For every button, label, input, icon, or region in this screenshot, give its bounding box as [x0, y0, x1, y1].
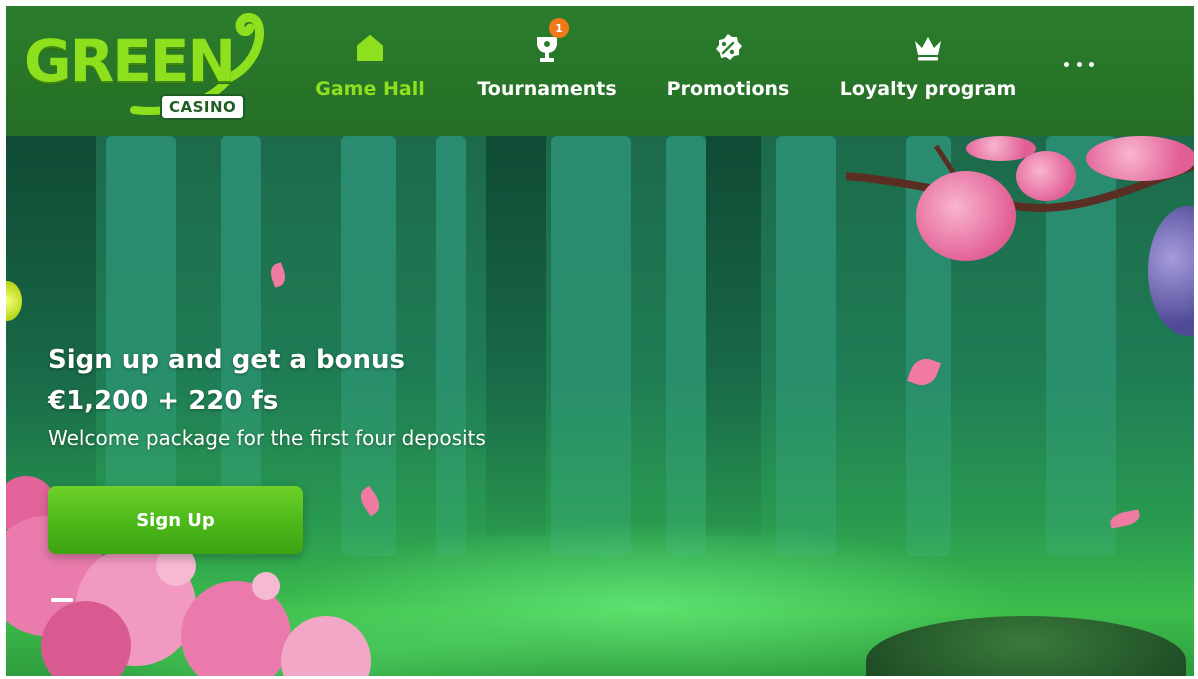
nav-item-game-hall[interactable]: Game Hall [315, 28, 425, 118]
percent-badge-icon [708, 28, 748, 68]
forest-trunk [666, 136, 706, 556]
cherry-blossom [966, 136, 1036, 161]
nav-label: Promotions [666, 78, 790, 100]
nav-label: Loyalty program [839, 78, 1017, 100]
dot [1076, 61, 1082, 67]
sign-up-button[interactable]: Sign Up [48, 486, 303, 554]
trophy-icon: 1 [527, 18, 569, 68]
more-dots-icon[interactable] [1064, 52, 1094, 76]
page-frame: GREEN CASINO Game Hall 1 Tournaments Pro… [6, 6, 1194, 676]
notification-badge: 1 [549, 18, 569, 38]
nav-item-tournaments[interactable]: 1 Tournaments [474, 18, 620, 118]
cherry-blossom [1016, 151, 1076, 201]
logo-badge: CASINO [160, 94, 246, 120]
site-header: GREEN CASINO Game Hall 1 Tournaments Pro… [6, 6, 1194, 136]
hero-title-line1: Sign up and get a bonus [48, 345, 405, 375]
nav-item-loyalty-program[interactable]: Loyalty program [840, 28, 1016, 118]
dot [1089, 61, 1094, 67]
forest-trunk-dark [486, 136, 546, 536]
dot [1064, 61, 1069, 67]
hero-banner: Sign up and get a bonus €1,200 + 220 fs … [6, 136, 1194, 676]
forest-trunk-dark [706, 136, 761, 536]
slider-indicator[interactable] [51, 598, 73, 602]
forest-trunk [551, 136, 631, 556]
nav-label: Game Hall [315, 78, 425, 100]
hero-subtitle: Welcome package for the first four depos… [48, 426, 486, 450]
nav-label: Tournaments [477, 78, 617, 100]
petal [267, 262, 289, 288]
green-casino-logo[interactable]: GREEN CASINO [14, 10, 274, 122]
hero-title-line2: €1,200 + 220 fs [48, 386, 279, 416]
forest-trunk [776, 136, 836, 556]
logo-wordmark: GREEN [24, 27, 236, 95]
cherry-blossom [1086, 136, 1194, 181]
hero-text: Sign up and get a bonus €1,200 + 220 fs … [48, 340, 486, 450]
crown-icon [908, 28, 948, 68]
home-icon [350, 28, 390, 68]
cherry-blossom [916, 171, 1016, 261]
moss-rock [866, 616, 1186, 676]
nav-item-promotions[interactable]: Promotions [666, 28, 790, 118]
